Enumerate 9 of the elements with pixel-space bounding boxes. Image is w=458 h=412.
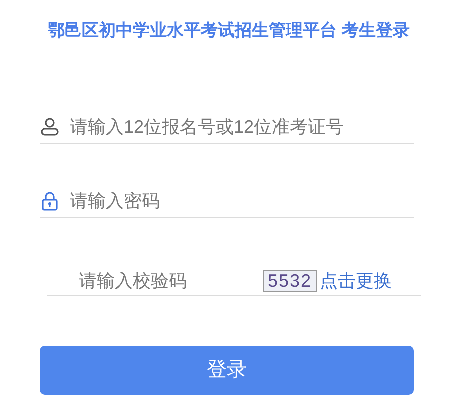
login-button[interactable]: 登录 [40,346,414,394]
password-field[interactable]: 请输入密码 [70,188,414,214]
lock-icon [40,191,60,211]
user-icon [40,117,60,137]
input-field[interactable]: 请输入12位报名号或12位准考证号 [70,114,414,140]
page-title: 鄂邑区初中学业水平考试招生管理平台 考生登录 [47,20,411,42]
captcha-field[interactable]: 请输入校验码 [47,268,247,294]
refresh-captcha-link[interactable]: 点击更换 [320,268,392,294]
captcha-image: 5532 [263,270,318,292]
